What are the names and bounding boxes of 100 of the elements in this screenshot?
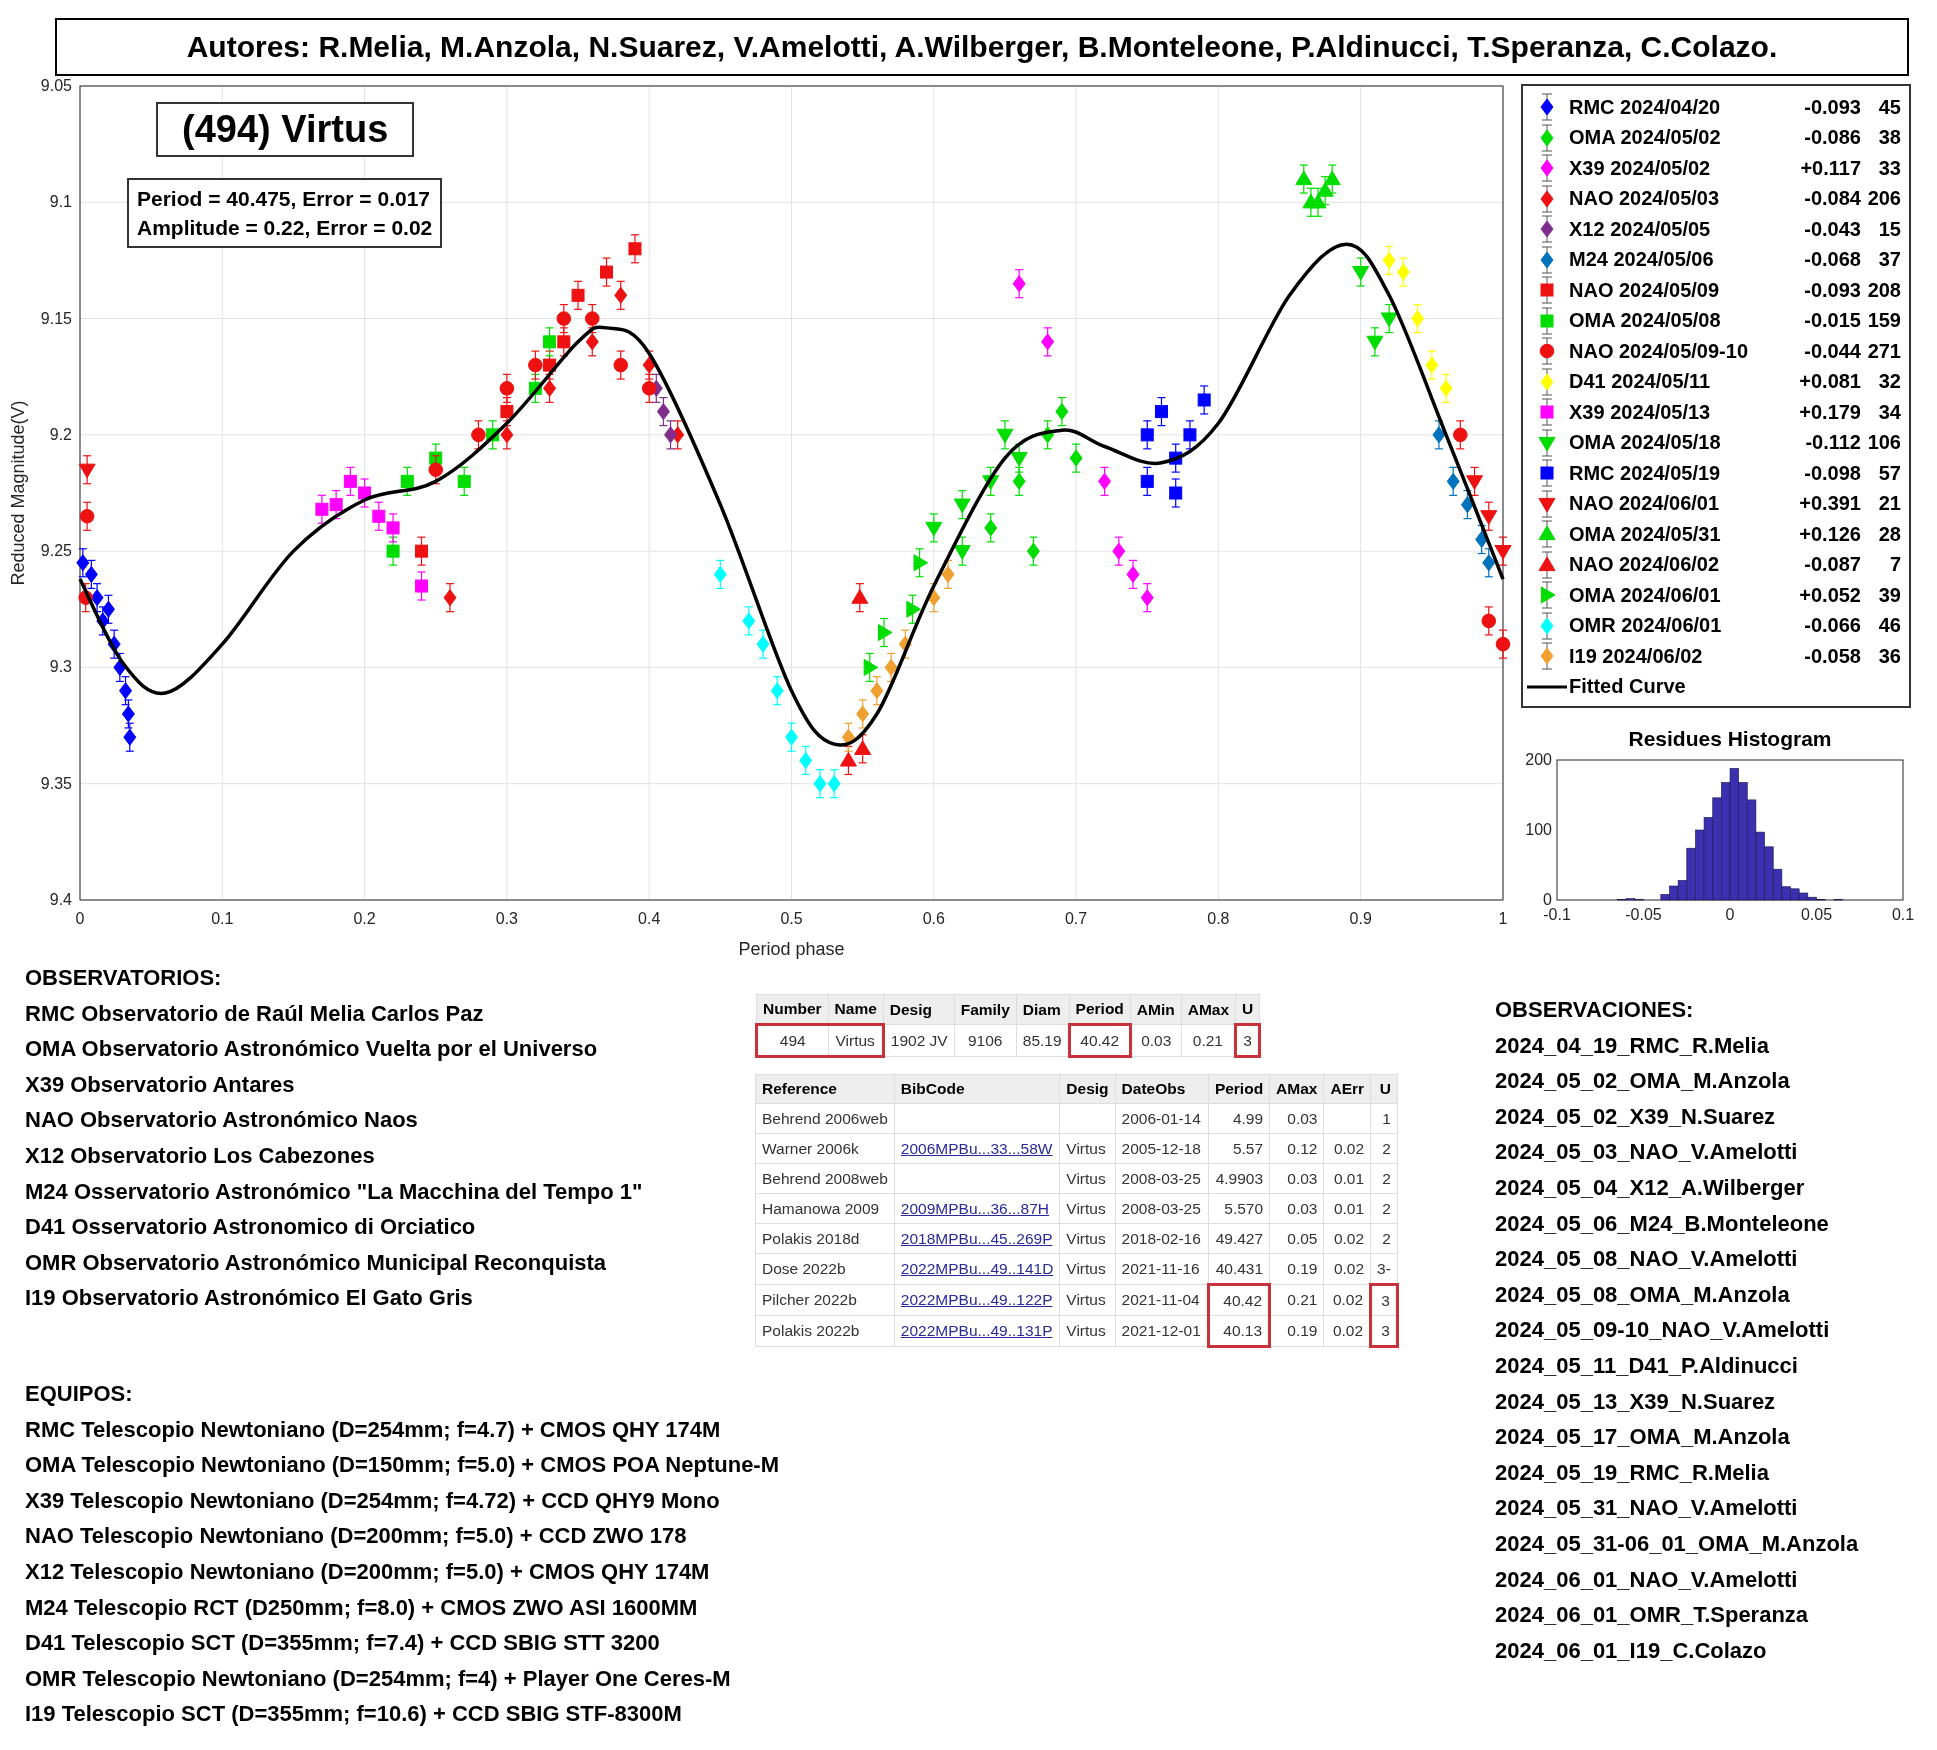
point [1466,475,1484,490]
point [656,403,670,421]
point [1302,193,1320,209]
legend-label: OMA 2024/05/08 [1569,309,1722,333]
bibcode-link[interactable]: 2018MPBu...45..269P [894,1223,1060,1254]
point [543,335,557,349]
point [101,600,115,618]
list-item: RMC Telescopio Newtoniano (D=254mm; f=4.7) + CMOS QHY 174M [25,1415,722,1444]
point [457,474,471,488]
point [1169,486,1183,500]
legend-count: 38 [1877,126,1901,150]
column-header: AMax [1181,994,1236,1025]
legend-count: 37 [1877,248,1901,272]
list-item: M24 Osservatorio Astronómico "La Macchina del Tempo 1" [25,1177,644,1206]
tick-label: 0.1 [1891,906,1915,923]
point [1140,474,1154,488]
legend-label: OMA 2024/05/02 [1569,126,1722,150]
point [813,775,827,793]
legend-count: 45 [1877,95,1901,119]
point [1481,613,1497,629]
point [1098,472,1112,490]
point [1439,379,1453,397]
table-cell: 2 [1370,1163,1398,1194]
tick-label: 9.1 [49,193,72,211]
table-cell: Virtus [1059,1133,1116,1164]
table-cell: 2 [1370,1193,1398,1224]
table-cell: 0.01 [1323,1163,1371,1194]
list-item: 2024_05_04_X12_A.Wilberger [1495,1173,1806,1202]
bibcode-link[interactable]: 2022MPBu...49..122P [894,1284,1060,1316]
table-cell: 0.03 [1269,1103,1324,1134]
table-cell: Virtus [1059,1315,1116,1347]
legend-count: 33 [1877,156,1901,180]
list-item: D41 Telescopio SCT (D=355mm; f=7.4) + CCD SBIG STT 3200 [25,1629,661,1658]
table-cell: 0.12 [1269,1133,1324,1164]
list-item: 2024_06_01_I19_C.Colazo [1495,1636,1768,1665]
table-cell: 2021-11-16 [1115,1253,1209,1285]
legend-label: M24 2024/05/06 [1569,248,1715,272]
table-cell: 2 [1370,1133,1398,1164]
tick-label: 9.25 [40,542,72,560]
tick-label: 9.2 [49,425,72,443]
legend-offset: -0.093 [1803,95,1861,119]
legend-count: 21 [1877,492,1901,516]
section-heading: OBSERVACIONES: [1495,996,1695,1024]
table-cell: 0.03 [1269,1163,1324,1194]
list-item: OMR Observatorio Astronómico Municipal Reconquista [25,1248,608,1277]
point [1010,452,1028,467]
point [1069,449,1083,467]
list-item: 2024_05_08_NAO_V.Amelotti [1495,1245,1799,1274]
column-header: AMin [1130,994,1182,1025]
list-item: D41 Osservatorio Astronomico di Orciatico [25,1213,477,1242]
point [785,728,798,746]
table-cell: 3 [1235,1024,1260,1057]
table-cell: 0.05 [1269,1223,1324,1254]
legend-count: 206 [1866,187,1901,211]
table-cell: 9106 [954,1024,1017,1057]
point [1380,312,1398,328]
bibcode-link[interactable]: 2006MPBu...33...58W [894,1133,1060,1164]
point [614,286,628,304]
list-item: NAO Observatorio Astronómico Naos [25,1106,419,1135]
legend-offset: -0.093 [1803,278,1861,302]
bibcode-link[interactable]: 2022MPBu...49..131P [894,1315,1060,1347]
authors-title: Autores: R.Melia, M.Anzola, N.Suarez, V.Amelotti, A.Wilberger, B.Monteleone, P.Aldinucci, T.Speranza, C.Colazo. [55,18,1909,76]
table-cell: 49.427 [1208,1223,1270,1254]
point [839,751,857,767]
point [315,502,329,516]
legend-offset: +0.117 [1799,156,1861,180]
point [543,379,557,397]
legend-offset: +0.126 [1798,522,1861,546]
list-item: OMA Telescopio Newtoniano (D=150mm; f=5.0) + CMOS POA Neptune-M [25,1451,780,1480]
list-item: 2024_05_31-06_01_OMA_M.Anzola [1495,1529,1860,1558]
table-cell: 0.03 [1130,1024,1182,1057]
legend-offset: -0.066 [1803,614,1861,638]
point [443,589,457,607]
legend-offset: -0.058 [1803,644,1861,668]
legend-label: OMA 2024/05/31 [1569,522,1722,546]
bibcode-link[interactable]: 2009MPBu...36...87H [894,1193,1060,1224]
table-cell: 40.42 [1069,1024,1131,1057]
point [1432,426,1446,444]
point [1460,496,1474,514]
tick-label: 9.4 [49,891,72,908]
table-cell: 0.21 [1269,1284,1324,1316]
point [996,428,1014,444]
table-cell: 3 [1370,1284,1398,1316]
legend-offset: +0.052 [1798,583,1861,607]
list-item: X39 Telescopio Newtoniano (D=254mm; f=4.72) + CCD QHY9 Mono [25,1486,721,1515]
point [799,751,813,769]
point [906,600,921,618]
table-cell: 2 [1370,1223,1398,1254]
table-cell: 5.57 [1208,1133,1270,1164]
point [628,242,642,256]
table-cell: 1902 JV [883,1024,955,1057]
point [984,519,998,537]
legend-label: X39 2024/05/02 [1569,156,1712,180]
point [770,682,784,700]
table-cell: Virtus [1059,1163,1116,1194]
point [1411,310,1425,328]
point [585,333,599,351]
bibcode-link[interactable]: 2022MPBu...49..141D [894,1253,1060,1285]
legend-label: NAO 2024/05/03 [1569,187,1721,211]
tick-label: 0.1 [211,910,234,927]
